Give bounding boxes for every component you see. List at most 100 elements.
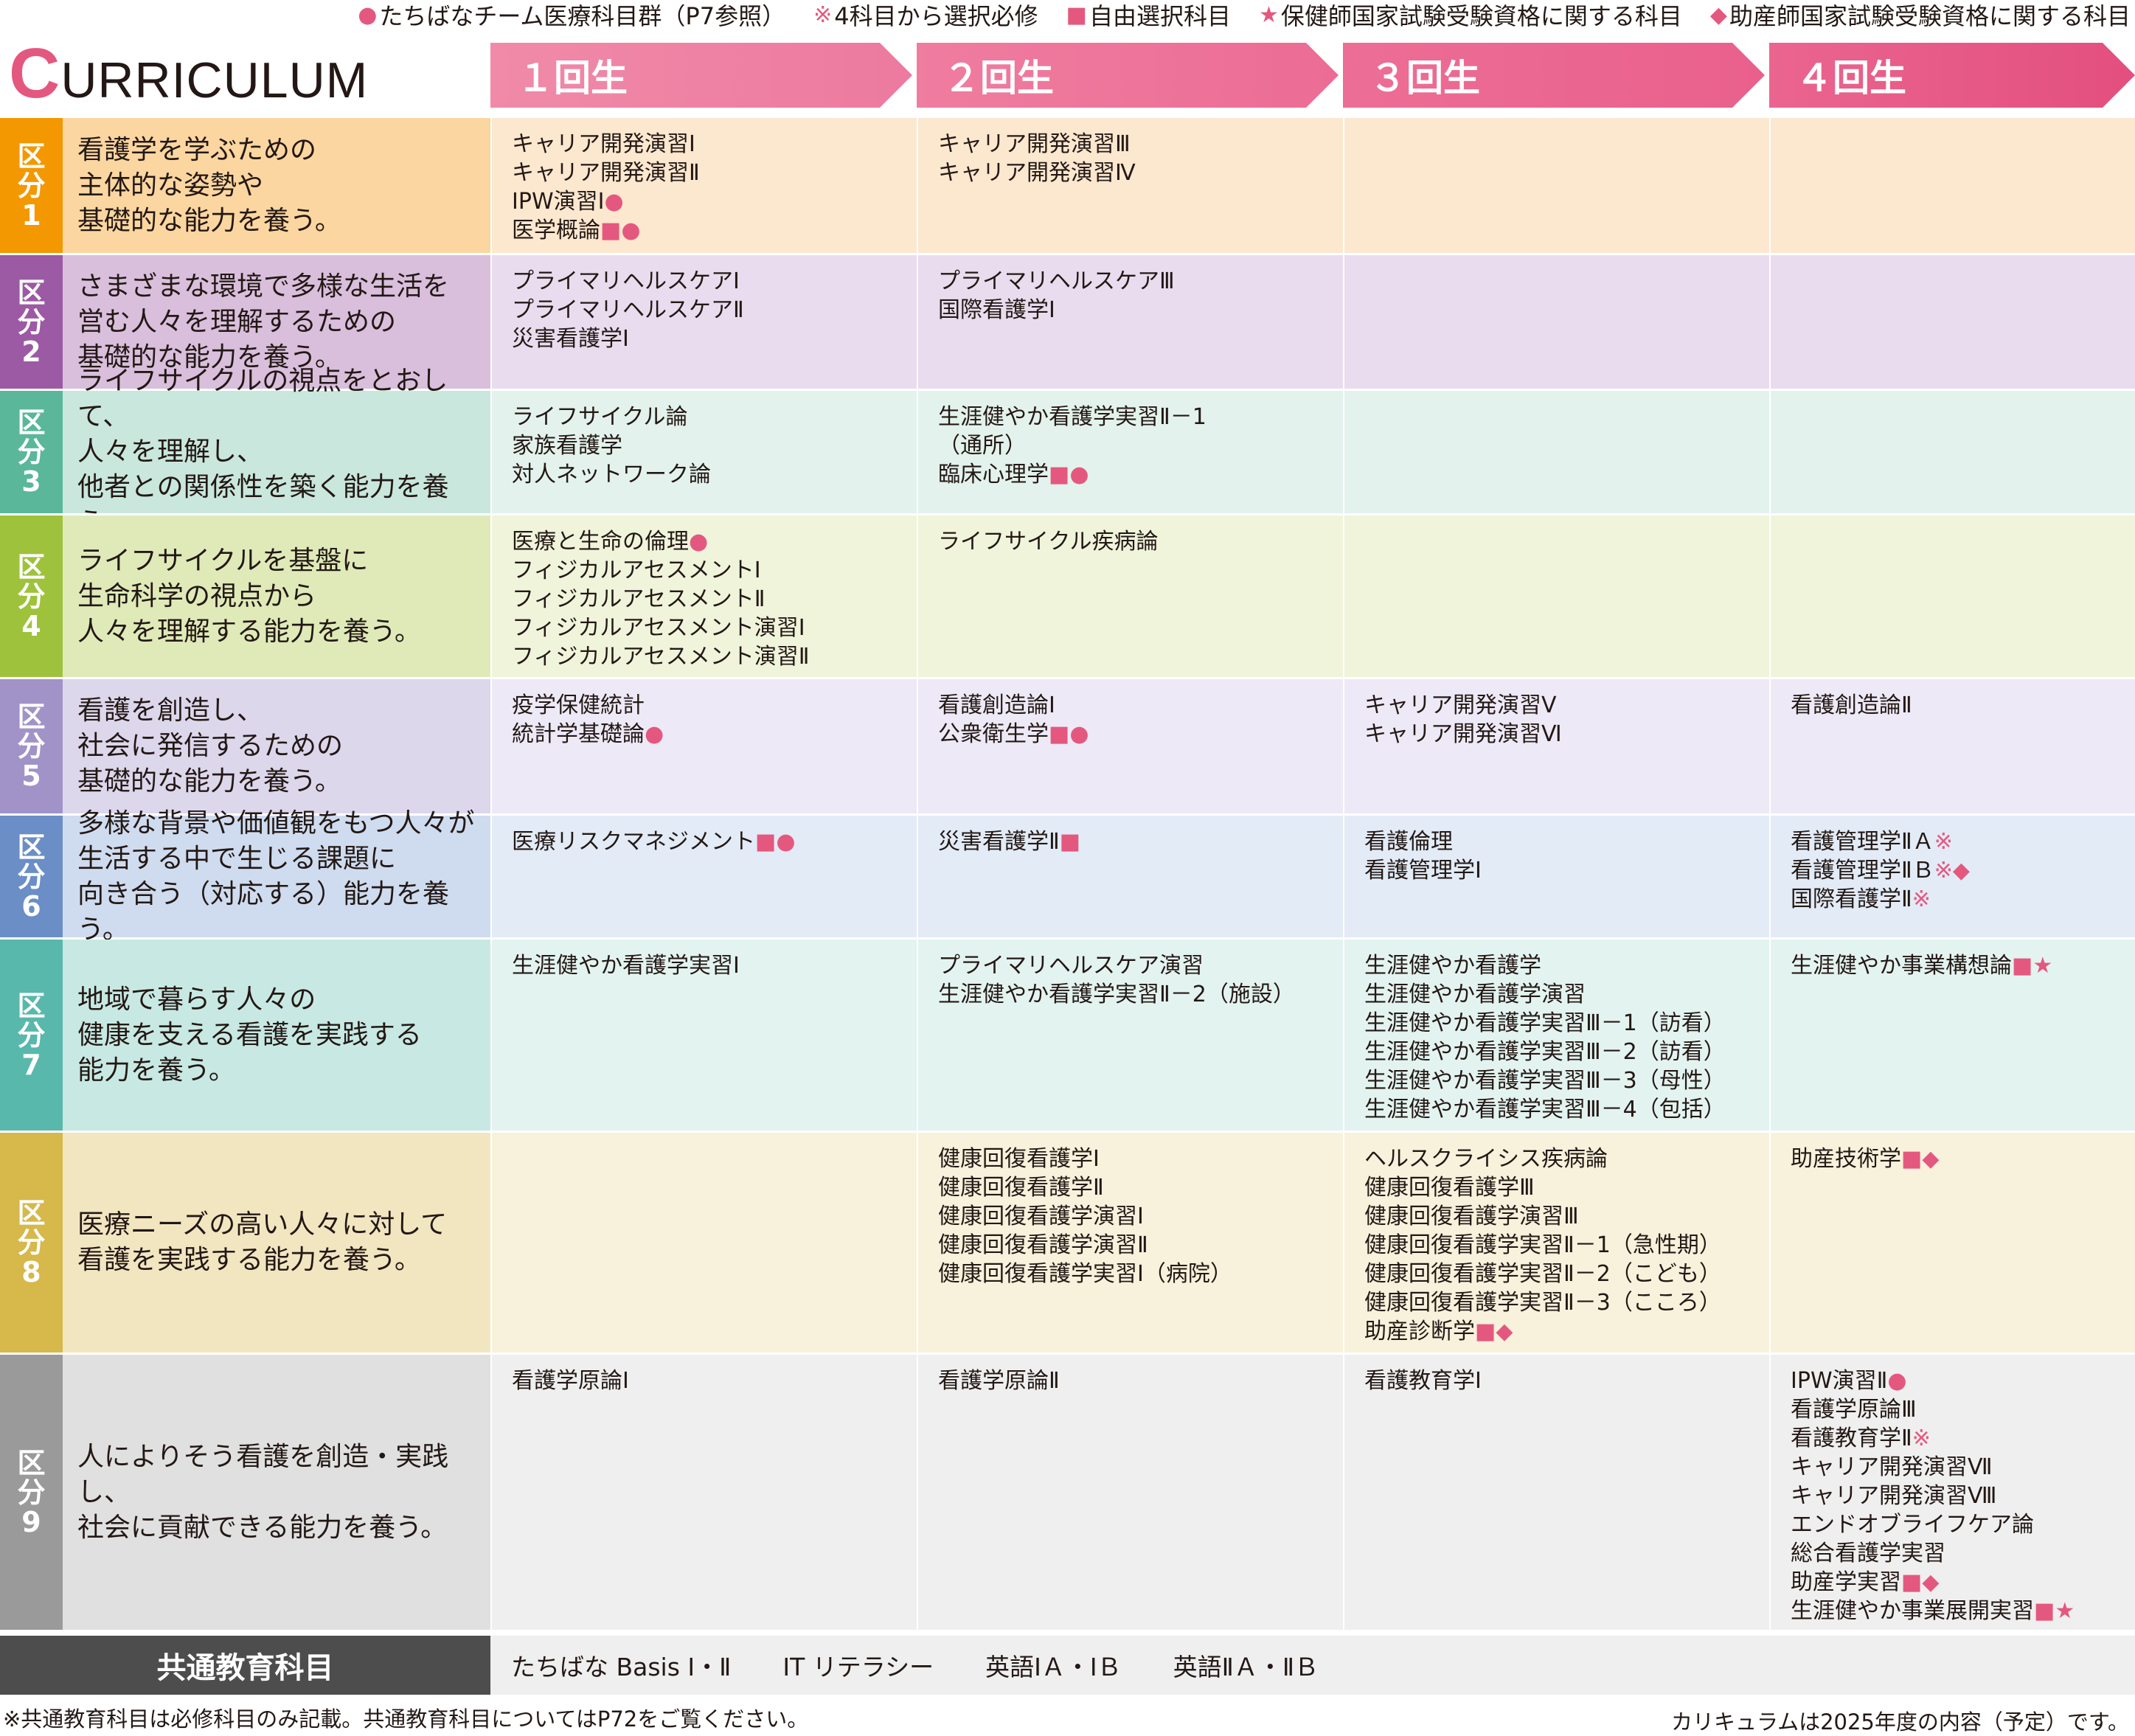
course-item: 健康回復看護学演習Ⅱ xyxy=(938,1232,1148,1258)
course-marker-icon: ● xyxy=(604,189,624,215)
common-education-row: 共通教育科目 たちばな Basis Ⅰ・Ⅱ IT リテラシー 英語ⅠＡ・ⅠＢ 英語ⅡＡ… xyxy=(0,1636,2135,1695)
page-title: C URRICULUM xyxy=(9,38,369,109)
legend-text: 保健師国家試験受験資格に関する科目 xyxy=(1280,2,1682,30)
course-cell xyxy=(1769,118,2135,255)
legend-item: ◆ 助産師国家試験受験資格に関する科目 xyxy=(1710,0,2131,32)
course-cell: 医療リスクマネジメント■● xyxy=(490,816,917,940)
course-item: 疫学保健統計 xyxy=(512,692,645,718)
course-item: キャリア開発演習Ⅱ xyxy=(512,160,700,186)
course-cell xyxy=(1343,118,1769,255)
course-marker-icon: ■★ xyxy=(2012,953,2053,979)
course-marker-icon: ■◆ xyxy=(1475,1319,1513,1344)
course-marker-icon: ■◆ xyxy=(1901,1146,1940,1172)
course-item: 生涯健やか看護学 xyxy=(1364,953,1541,979)
legend-item: ※ 4科目から選択必修 xyxy=(813,0,1038,32)
course-item: 健康回復看護学実習Ⅱ－1（急性期） xyxy=(1364,1232,1721,1258)
course-item: エンドオブライフケア論 xyxy=(1791,1512,2034,1538)
course-item: 生涯健やか事業展開実習■★ xyxy=(1791,1598,2075,1624)
title-rest: URRICULUM xyxy=(60,52,369,108)
course-item: 看護創造論Ⅱ xyxy=(1791,692,1912,718)
course-item: IPW演習Ⅱ● xyxy=(1791,1368,1907,1394)
footnote-left: ※共通教育科目は必修科目のみ記載。共通教育科目についてはP72をご覧ください。 xyxy=(3,1707,809,1732)
course-cell: IPW演習Ⅱ● 看護学原論Ⅲ 看護教育学Ⅱ※ キャリア開発演習Ⅶ キャリア開発演習Ⅷ エン… xyxy=(1769,1355,2135,1632)
common-course: IT リテラシー xyxy=(782,1653,934,1681)
kubun-label: 区分4 xyxy=(0,515,63,679)
common-course: 英語ⅡＡ・ⅡＢ xyxy=(1173,1653,1319,1681)
legend-text: たちばなチーム医療科目群（P7参照） xyxy=(379,2,786,30)
kubun-label: 区分9 xyxy=(0,1355,63,1632)
course-item: 生涯健やか看護学実習Ⅱ－2（施設） xyxy=(938,982,1295,1007)
course-marker-icon: ● xyxy=(689,529,709,555)
legend-text: 助産師国家試験受験資格に関する科目 xyxy=(1729,2,2131,30)
course-item: 健康回復看護学実習Ⅱ－3（こころ） xyxy=(1364,1290,1721,1316)
course-marker-icon: ※ xyxy=(1934,829,1953,855)
legend-item: ★ 保健師国家試験受験資格に関する科目 xyxy=(1259,0,1682,32)
course-item: 生涯健やか事業構想論■★ xyxy=(1791,953,2053,979)
course-item: （通所） xyxy=(938,433,1027,459)
course-cell: 看護教育学Ⅰ xyxy=(1343,1355,1769,1632)
course-item: キャリア開発演習Ⅰ xyxy=(512,131,695,157)
course-cell: 疫学保健統計 統計学基礎論● xyxy=(490,679,917,816)
course-cell: 生涯健やか事業構想論■★ xyxy=(1769,940,2135,1133)
course-cell: 看護学原論Ⅰ xyxy=(490,1355,917,1632)
course-cell xyxy=(1769,255,2135,391)
course-item: プライマリヘルスケアⅢ xyxy=(938,268,1175,294)
course-item: 医学概論■● xyxy=(512,218,641,243)
row-goal: 医療ニーズの高い人々に対して 看護を実践する能力を養う。 xyxy=(63,1133,490,1355)
course-marker-icon: ■◆ xyxy=(1901,1569,1940,1595)
common-education-label: 共通教育科目 xyxy=(0,1636,490,1695)
course-cell: プライマリヘルスケアⅠ プライマリヘルスケアⅡ 災害看護学Ⅰ xyxy=(490,255,917,391)
course-cell xyxy=(1769,515,2135,679)
kubun-label: 区分5 xyxy=(0,679,63,816)
course-item: 健康回復看護学Ⅱ xyxy=(938,1175,1104,1201)
course-item: 対人ネットワーク論 xyxy=(512,462,711,487)
course-item: 統計学基礎論● xyxy=(512,721,664,747)
course-item: ライフサイクル疾病論 xyxy=(938,529,1159,555)
course-item: キャリア開発演習Ⅴ xyxy=(1364,692,1557,718)
course-item: キャリア開発演習Ⅵ xyxy=(1364,721,1562,747)
course-item: 臨床心理学■● xyxy=(938,462,1089,487)
course-cell xyxy=(1343,391,1769,515)
common-education-items: たちばな Basis Ⅰ・Ⅱ IT リテラシー 英語ⅠＡ・ⅠＢ 英語ⅡＡ・ⅡＢ xyxy=(490,1636,2135,1695)
course-marker-icon: ■● xyxy=(1049,721,1089,747)
course-cell: キャリア開発演習Ⅰ キャリア開発演習Ⅱ IPW演習Ⅰ● 医学概論■● xyxy=(490,118,917,255)
course-cell: ヘルスクライシス疾病論 健康回復看護学Ⅲ 健康回復看護学演習Ⅲ 健康回復看護学実習Ⅱ－… xyxy=(1343,1133,1769,1355)
course-item: 看護管理学ⅡＡ※ xyxy=(1791,829,1953,855)
course-cell: 災害看護学Ⅱ■ xyxy=(917,816,1343,940)
course-cell: ライフサイクル論 家族看護学 対人ネットワーク論 xyxy=(490,391,917,515)
course-item: 看護学原論Ⅲ xyxy=(1791,1397,1917,1423)
course-item: キャリア開発演習Ⅶ xyxy=(1791,1454,1993,1480)
square-icon: ■ xyxy=(1066,1,1087,28)
course-cell: 看護学原論Ⅱ xyxy=(917,1355,1343,1632)
course-item: 健康回復看護学Ⅲ xyxy=(1364,1175,1535,1201)
course-item: ヘルスクライシス疾病論 xyxy=(1364,1146,1608,1172)
course-item: 看護学原論Ⅰ xyxy=(512,1368,629,1394)
row-goal: ライフサイクルの視点をとおして、人々を理解し、他者との関係性を築く能力を養う。 xyxy=(63,366,490,538)
course-item: キャリア開発演習Ⅳ xyxy=(938,160,1136,186)
course-item: 健康回復看護学実習Ⅰ（病院） xyxy=(938,1261,1232,1287)
course-cell: 看護創造論Ⅱ xyxy=(1769,679,2135,816)
course-item: 生涯健やか看護学実習Ⅲ－2（訪看） xyxy=(1364,1039,1726,1065)
course-cell: 生涯健やか看護学実習Ⅰ xyxy=(490,940,917,1133)
course-item: 助産診断学■◆ xyxy=(1364,1319,1513,1344)
course-item: キャリア開発演習Ⅷ xyxy=(1791,1483,1997,1509)
course-cell: 健康回復看護学Ⅰ 健康回復看護学Ⅱ 健康回復看護学演習Ⅰ 健康回復看護学演習Ⅱ 健康回復… xyxy=(917,1133,1343,1355)
course-cell: 看護倫理 看護管理学Ⅰ xyxy=(1343,816,1769,940)
course-item: 家族看護学 xyxy=(512,433,622,459)
course-item: 医療と生命の倫理● xyxy=(512,529,709,555)
course-item: 公衆衛生学■● xyxy=(938,721,1089,747)
course-item: 看護倫理 xyxy=(1364,829,1453,855)
course-item: プライマリヘルスケアⅠ xyxy=(512,268,740,294)
course-marker-icon: ■● xyxy=(755,829,796,855)
course-marker-icon: ■★ xyxy=(2034,1598,2075,1624)
course-item: 生涯健やか看護学実習Ⅱ－1 xyxy=(938,404,1207,430)
course-item: 医療リスクマネジメント■● xyxy=(512,829,796,855)
course-item: 健康回復看護学Ⅰ xyxy=(938,1146,1100,1172)
legend-item: ■ 自由選択科目 xyxy=(1066,0,1231,32)
course-item: 健康回復看護学実習Ⅱ－2（こども） xyxy=(1364,1261,1721,1287)
course-item: 災害看護学Ⅱ■ xyxy=(938,829,1081,855)
legend-item: ● たちばなチーム医療科目群（P7参照） xyxy=(358,0,785,32)
course-cell: 医療と生命の倫理● フィジカルアセスメントⅠ フィジカルアセスメントⅡ フィジカルアセ… xyxy=(490,515,917,679)
kubun-label: 区分6 xyxy=(0,816,63,940)
course-marker-icon: ● xyxy=(1887,1368,1907,1394)
